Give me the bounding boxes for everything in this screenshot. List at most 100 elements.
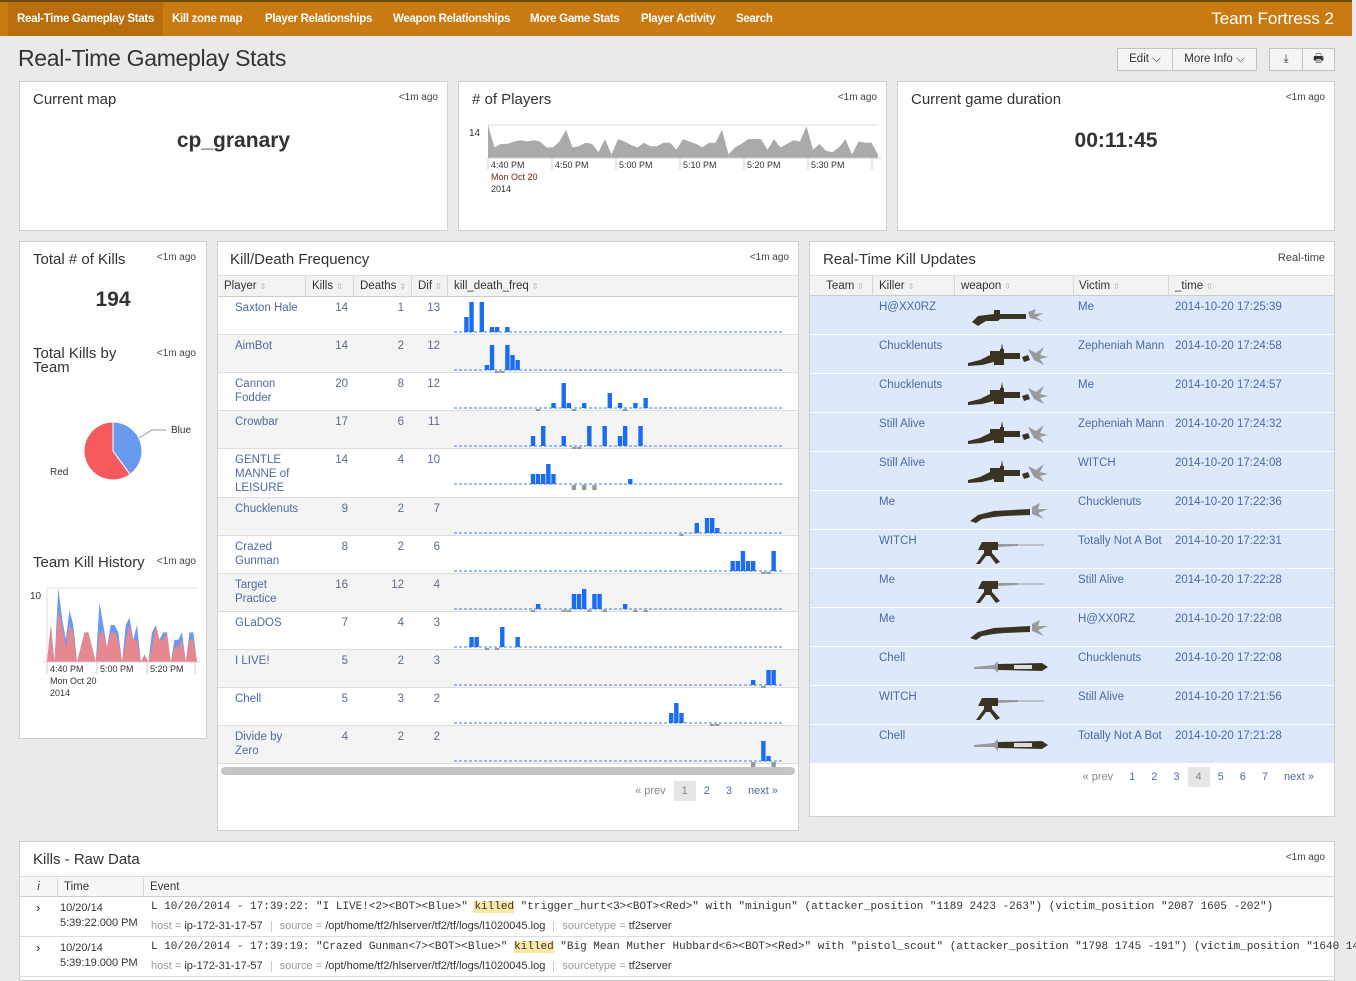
victim-value[interactable]: Zepheniah Mann — [1078, 339, 1164, 353]
host-value[interactable]: ip-172-31-17-57 — [184, 920, 262, 932]
app-title: Team Fortress 2 — [1211, 9, 1334, 28]
victim-value[interactable]: Totally Not A Bot — [1078, 534, 1162, 548]
pager-page[interactable]: 7 — [1254, 767, 1276, 787]
pager-page[interactable]: 3 — [718, 781, 740, 801]
kill-bar — [576, 594, 582, 609]
sourcetype-value[interactable]: tf2server — [629, 920, 672, 932]
victim-value[interactable]: Chucklenuts — [1078, 495, 1141, 509]
player-name[interactable]: Crazed Gunman — [235, 540, 305, 568]
killer-value[interactable]: Me — [879, 612, 895, 626]
nav-tab-more-game-stats[interactable]: More Game Stats — [521, 2, 628, 36]
kill-update-row: Me Chucklenuts 2014-10-20 17:22:36 — [810, 491, 1334, 530]
panel-title: Total Kills by Team — [33, 345, 117, 376]
edit-button[interactable]: Edit ⌵ — [1117, 48, 1173, 71]
killer-value[interactable]: WITCH — [879, 690, 917, 704]
expand-chevron-icon[interactable]: › — [36, 901, 40, 915]
victim-value[interactable]: Chucklenuts — [1078, 651, 1141, 665]
expand-chevron-icon[interactable]: › — [36, 941, 40, 955]
nav-tab-kill-zone-map[interactable]: Kill zone map — [163, 2, 251, 36]
x-date-label: 2014 — [491, 184, 511, 194]
col-header-player[interactable]: Player ⇳ — [218, 276, 306, 297]
killer-value[interactable]: Chucklenuts — [879, 339, 942, 353]
player-name[interactable]: Divide by Zero — [235, 730, 305, 758]
col-header-team[interactable]: Team ⇳ — [810, 276, 873, 297]
col-header-victim[interactable]: Victim ⇳ — [1073, 276, 1169, 297]
killer-value[interactable]: Chucklenuts — [879, 378, 942, 392]
more-info-button[interactable]: More Info ⌵ — [1172, 48, 1257, 71]
pager-page[interactable]: 2 — [1143, 767, 1165, 787]
pager-prev[interactable]: « prev — [627, 781, 674, 801]
source-value[interactable]: /opt/home/tf2/hlserver/tf2/tf/logs/l1020… — [325, 920, 545, 932]
pager-page[interactable]: 3 — [1165, 767, 1187, 787]
kill-death-sparkline — [454, 464, 782, 490]
horizontal-scrollbar[interactable] — [221, 767, 795, 775]
pager-page[interactable]: 4 — [1187, 767, 1210, 787]
source-value[interactable]: /opt/home/tf2/hlserver/tf2/tf/logs/l1020… — [325, 960, 545, 972]
killer-value[interactable]: H@XX0RZ — [879, 300, 936, 314]
nav-tab-player-relationships[interactable]: Player Relationships — [256, 2, 381, 36]
victim-value[interactable]: H@XX0RZ — [1078, 612, 1135, 626]
deaths-value: 4 — [397, 617, 404, 629]
col-header-killer[interactable]: Killer ⇳ — [873, 276, 955, 297]
victim-value[interactable]: Still Alive — [1078, 690, 1124, 704]
print-button[interactable]: 🖶 — [1302, 48, 1335, 71]
sourcetype-value[interactable]: tf2server — [629, 960, 672, 972]
victim-value[interactable]: Me — [1078, 378, 1094, 392]
pager-page[interactable]: 2 — [696, 781, 718, 801]
victim-value[interactable]: Still Alive — [1078, 573, 1124, 587]
pager-page[interactable]: 1 — [1121, 767, 1143, 787]
col-header-kill-death-freq[interactable]: kill_death_freq ⇳ — [448, 276, 798, 297]
col-label: Victim — [1079, 280, 1111, 292]
player-name[interactable]: Chucklenuts — [235, 502, 305, 516]
pager-prev[interactable]: « prev — [1075, 767, 1122, 787]
table-header: Team ⇳ Killer ⇳ weapon ⇳ Victim ⇳ _time ⇳ — [810, 275, 1334, 297]
nav-tab-real-time-gameplay-stats[interactable]: Real-Time Gameplay Stats — [8, 2, 164, 36]
search-highlight[interactable]: killed — [514, 941, 554, 953]
killer-value[interactable]: WITCH — [879, 534, 917, 548]
killer-value[interactable]: Me — [879, 573, 895, 587]
kill-bar — [622, 604, 628, 609]
victim-value[interactable]: Totally Not A Bot — [1078, 729, 1162, 743]
sentry-gun-icon — [976, 581, 1044, 603]
killer-value[interactable]: Still Alive — [879, 456, 925, 470]
killer-value[interactable]: Still Alive — [879, 417, 925, 431]
player-name[interactable]: GENTLE MANNE of LEISURE — [235, 453, 305, 495]
pager-page[interactable]: 6 — [1232, 767, 1254, 787]
pager-next[interactable]: next » — [740, 781, 786, 801]
victim-value[interactable]: Zepheniah Mann — [1078, 417, 1164, 431]
player-name[interactable]: Chell — [235, 692, 305, 706]
kill-bar — [750, 561, 756, 571]
nav-tab-weapon-relationships[interactable]: Weapon Relationships — [384, 2, 519, 36]
kill-bar — [464, 317, 469, 332]
col-header-kills[interactable]: Kills ⇳ — [306, 276, 354, 297]
nav-tab-search[interactable]: Search — [727, 2, 782, 36]
player-name[interactable]: Cannon Fodder — [235, 377, 305, 405]
col-header-deaths[interactable]: Deaths ⇳ — [354, 276, 412, 297]
nav-tab-player-activity[interactable]: Player Activity — [632, 2, 724, 36]
player-name[interactable]: GLaDOS — [235, 616, 305, 630]
players-area-chart: 14 4:40 PM 4:50 PM 5:00 PM 5:10 PM 5:20 PM 5:3… — [469, 124, 881, 194]
export-button[interactable]: ⤓ — [1269, 48, 1303, 71]
col-header-time[interactable]: _time ⇳ — [1169, 276, 1334, 297]
player-name[interactable]: Crowbar — [235, 415, 305, 429]
col-header-dif[interactable]: Dif ⇳ — [412, 276, 448, 297]
player-name[interactable]: AimBot — [235, 339, 305, 353]
killer-value[interactable]: Chell — [879, 729, 905, 743]
pager-page[interactable]: 1 — [673, 781, 696, 801]
source-label: source — [279, 960, 313, 972]
victim-value[interactable]: Me — [1078, 300, 1094, 314]
victim-value[interactable]: WITCH — [1078, 456, 1116, 470]
player-name[interactable]: I LIVE! — [235, 654, 305, 668]
dif-value: 3 — [433, 617, 440, 629]
search-highlight[interactable]: killed — [474, 901, 515, 913]
col-header-weapon[interactable]: weapon ⇳ — [955, 276, 1074, 297]
col-event: Event — [150, 881, 180, 893]
pager-next[interactable]: next » — [1276, 767, 1322, 787]
killer-value[interactable]: Me — [879, 495, 895, 509]
kill-bar — [541, 426, 546, 446]
killer-value[interactable]: Chell — [879, 651, 905, 665]
player-name[interactable]: Target Practice — [235, 578, 305, 606]
player-name[interactable]: Saxton Hale — [235, 301, 305, 315]
host-value[interactable]: ip-172-31-17-57 — [184, 960, 262, 972]
pager-page[interactable]: 5 — [1210, 767, 1232, 787]
